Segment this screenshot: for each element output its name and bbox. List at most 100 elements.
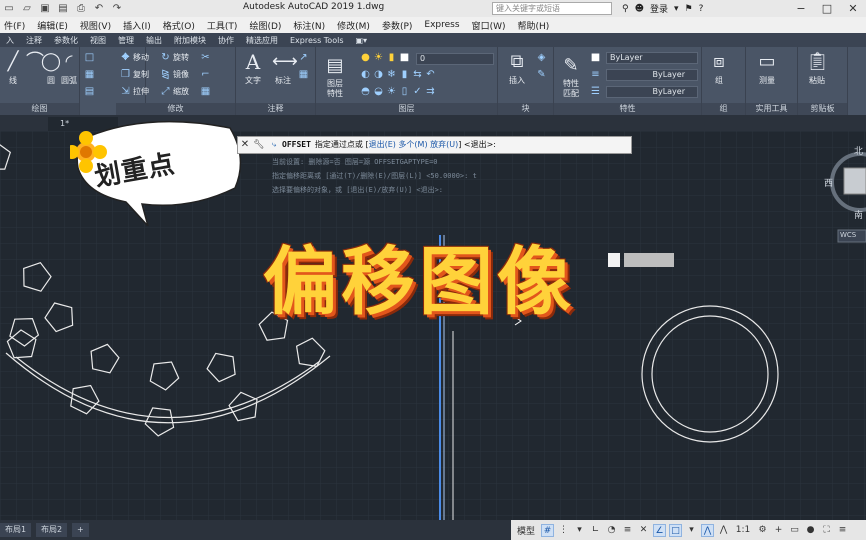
close-icon[interactable]: ✕ xyxy=(238,137,252,153)
paste-button[interactable]: 📋︎ 粘贴 xyxy=(806,51,829,86)
panel-draw-title[interactable]: 绘图 xyxy=(0,103,79,115)
panel-block-title[interactable]: 块 xyxy=(498,103,553,115)
model-space-toggle[interactable]: 模型 xyxy=(514,524,538,537)
insert-block-button[interactable]: ⧉ 插入 xyxy=(506,51,528,86)
menu-tools[interactable]: 工具(T) xyxy=(201,19,244,32)
lineweight-toggle-icon[interactable]: □ xyxy=(669,523,683,537)
tab-parametric[interactable]: 参数化 xyxy=(48,35,84,46)
panel-annotation-title[interactable]: 注释 xyxy=(236,103,315,115)
maximize-icon[interactable]: □ xyxy=(814,0,840,17)
menu-window[interactable]: 窗口(W) xyxy=(466,19,512,32)
viewcube-north[interactable]: 北 xyxy=(854,144,863,157)
units-icon[interactable]: ▭ xyxy=(788,524,801,537)
minimize-icon[interactable]: − xyxy=(788,0,814,17)
lineweight-control[interactable]: ≡ xyxy=(590,69,601,80)
panel-layers-title[interactable]: 图层 xyxy=(316,103,497,115)
isodraft-icon[interactable]: ≡ xyxy=(621,524,634,537)
viewcube-west[interactable]: 西 xyxy=(824,176,833,189)
panel-utilities-title[interactable]: 实用工具 xyxy=(746,103,797,115)
viewcube[interactable]: 北 西 南 WCS xyxy=(824,140,866,250)
ortho-icon[interactable]: ∟ xyxy=(589,524,602,537)
gear-icon[interactable]: ⚙ xyxy=(756,524,769,537)
option-multiple[interactable]: 多个(M) xyxy=(398,137,427,153)
layer-tools-row2[interactable]: ◓ ◒ ☀ ▯ ✓ ⇉ xyxy=(360,86,436,97)
color-dropdown[interactable]: ByLayer xyxy=(606,52,698,64)
new-icon[interactable]: ▭ xyxy=(2,2,16,15)
color-control[interactable]: ■ xyxy=(590,52,601,63)
menu-edit[interactable]: 编辑(E) xyxy=(31,19,74,32)
panel-modify-title[interactable]: 修改 xyxy=(116,103,235,115)
wrench-icon[interactable]: 🔧︎ xyxy=(252,137,266,153)
tab-layout1[interactable]: 布局1 xyxy=(0,523,32,537)
tab-layout2[interactable]: 布局2 xyxy=(36,523,68,537)
create-block-button[interactable]: ◈ xyxy=(536,52,547,63)
menu-dimension[interactable]: 标注(N) xyxy=(287,19,331,32)
mirror-button[interactable]: ⧎ 镜像 xyxy=(160,69,189,80)
open-icon[interactable]: ▱ xyxy=(20,2,34,15)
user-icon[interactable]: ☻ xyxy=(635,4,644,14)
transparency-icon[interactable]: ▾ xyxy=(685,524,698,537)
panel-clipboard-title[interactable]: 剪贴板 xyxy=(798,103,847,115)
linetype-control[interactable]: ☰ xyxy=(590,86,601,97)
tab-featured-apps[interactable]: 精选应用 xyxy=(240,35,284,46)
fillet-button[interactable]: ⌐ xyxy=(200,69,211,80)
object-snap-tracking-icon[interactable]: ✕ xyxy=(637,524,650,537)
tab-collaborate[interactable]: 协作 xyxy=(212,35,240,46)
rotate-button[interactable]: ↻ 旋转 xyxy=(160,52,189,63)
lineweight-dropdown[interactable]: ByLayer xyxy=(606,69,698,81)
trim-button[interactable]: ✂ xyxy=(200,52,211,63)
object-snap-icon[interactable]: ∠ xyxy=(653,523,667,537)
menu-insert[interactable]: 插入(I) xyxy=(117,19,157,32)
menu-draw[interactable]: 绘图(D) xyxy=(243,19,287,32)
option-undo[interactable]: 放弃(U) xyxy=(430,137,458,153)
tab-manage[interactable]: 管理 xyxy=(112,35,140,46)
snap-icon[interactable]: ⋮ xyxy=(557,524,570,537)
tab-output[interactable]: 输出 xyxy=(140,35,168,46)
save-icon[interactable]: ▣ xyxy=(38,2,52,15)
leader-button[interactable]: ↗ xyxy=(298,52,309,63)
ribbon-toggle-icon[interactable]: ▣▾ xyxy=(350,36,374,45)
undo-icon[interactable]: ↶ xyxy=(92,2,106,15)
wcs-menu[interactable]: WCS xyxy=(840,231,856,239)
fullscreen-icon[interactable]: ⛶ xyxy=(820,524,833,537)
tab-addins[interactable]: 附加模块 xyxy=(168,35,212,46)
exchange-icon[interactable]: ⚑ xyxy=(685,4,693,14)
tab-express-tools[interactable]: Express Tools xyxy=(284,36,350,45)
copy-button[interactable]: ❐ 复制 xyxy=(120,69,149,80)
search-input[interactable]: 键入关键字或短语 xyxy=(492,2,612,15)
layer-properties-button[interactable]: ▤ 图层 特性 xyxy=(324,55,346,99)
binoculars-icon[interactable]: ⚲ xyxy=(622,4,629,14)
isolate-icon[interactable]: ● xyxy=(804,524,817,537)
scale-button[interactable]: ⤢ 缩放 xyxy=(160,86,190,97)
rectangle-button[interactable]: □ xyxy=(84,52,95,63)
annotation-visibility-icon[interactable]: ⋀ xyxy=(701,523,715,537)
option-exit[interactable]: 退出(E) xyxy=(369,137,396,153)
grid-icon[interactable]: # xyxy=(541,523,555,537)
viewcube-south[interactable]: 南 xyxy=(854,208,863,221)
line-button[interactable]: ╱ 线 xyxy=(2,51,24,86)
measure-button[interactable]: ▭ 测量 xyxy=(756,51,778,86)
tab-insert[interactable]: 入 xyxy=(0,35,20,46)
gradient-button[interactable]: ▤ xyxy=(84,86,95,97)
polar-icon[interactable]: ◔ xyxy=(605,524,618,537)
save-as-icon[interactable]: ▤ xyxy=(56,2,70,15)
infer-icon[interactable]: ▾ xyxy=(573,524,586,537)
edit-block-button[interactable]: ✎ xyxy=(536,69,547,80)
layer-tools-row1[interactable]: ◐ ◑ ❄ ▮ ⇆ ↶ xyxy=(360,69,436,80)
stretch-button[interactable]: ⇲ 拉伸 xyxy=(120,86,149,97)
print-icon[interactable]: ⎙ xyxy=(74,2,88,15)
match-properties-button[interactable]: ✎ 特性 匹配 xyxy=(560,55,582,99)
move-button[interactable]: ✥ 移动 xyxy=(120,52,149,63)
command-line[interactable]: ✕ 🔧︎ ⤷ OFFSET 指定通过点或 [ 退出(E) 多个(M) 放弃(U)… xyxy=(237,136,632,154)
menu-help[interactable]: 帮助(H) xyxy=(511,19,555,32)
hatch-button[interactable]: ▦ xyxy=(84,69,95,80)
panel-properties-title[interactable]: 特性 xyxy=(554,103,701,115)
menu-express[interactable]: Express xyxy=(418,20,465,30)
menu-view[interactable]: 视图(V) xyxy=(74,19,117,32)
login-link[interactable]: 登录 xyxy=(650,2,668,15)
panel-group-title[interactable]: 组 xyxy=(702,103,745,115)
tab-view[interactable]: 视图 xyxy=(84,35,112,46)
group-button[interactable]: ⧈ 组 xyxy=(708,51,730,86)
menu-parametric[interactable]: 参数(P) xyxy=(376,19,418,32)
menu-file[interactable]: 件(F) xyxy=(0,19,31,32)
